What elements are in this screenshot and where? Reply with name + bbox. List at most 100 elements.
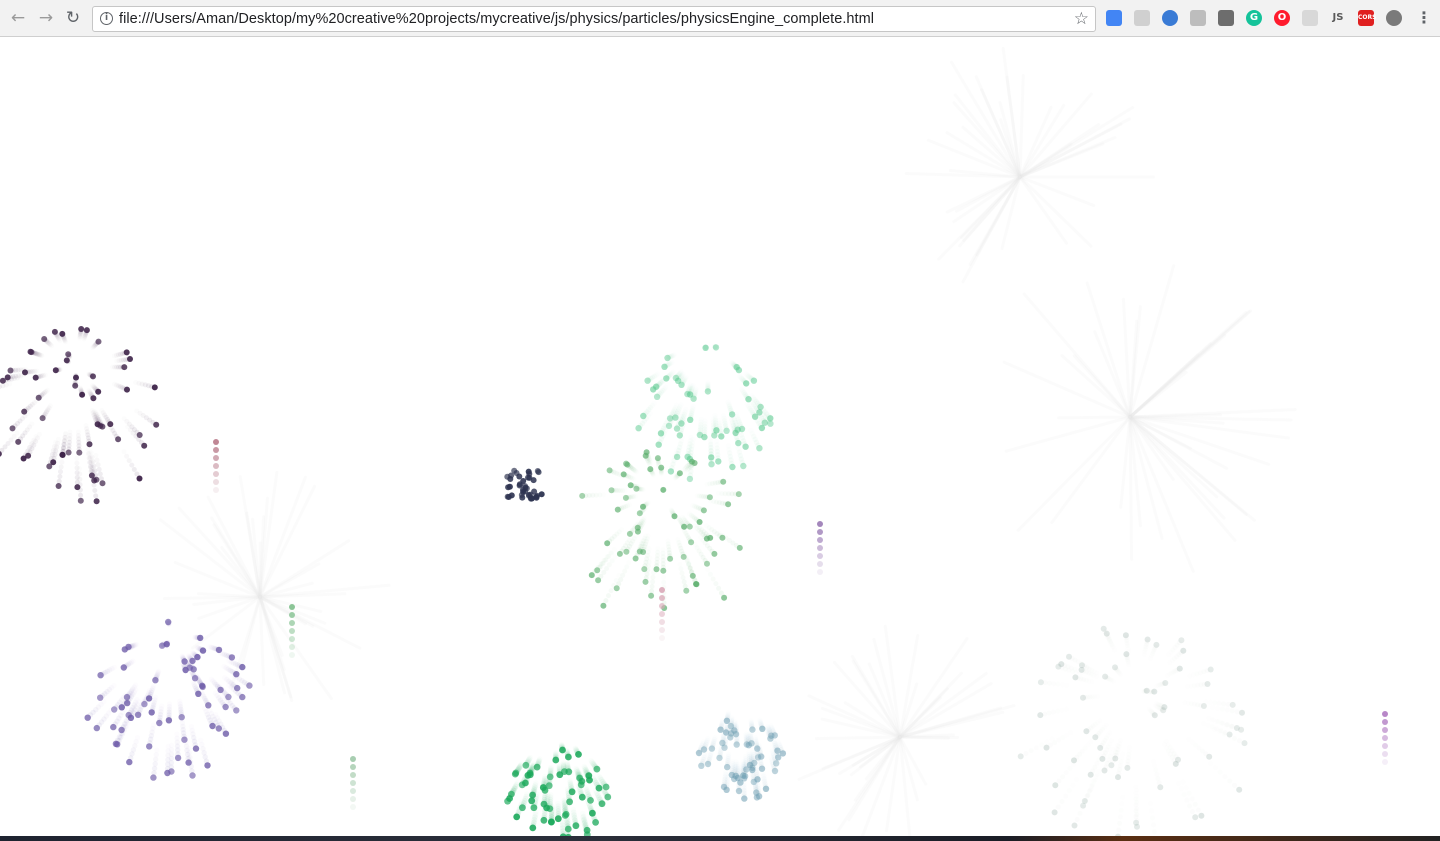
particle	[688, 458, 695, 465]
rocket-particle	[817, 537, 823, 543]
particle-trail-dot	[1211, 718, 1216, 723]
particle-trail-dot	[1210, 705, 1215, 710]
particle-trail-dot	[78, 492, 84, 498]
particle-trail-dot	[122, 449, 127, 454]
google-translate-icon[interactable]	[1106, 10, 1122, 26]
particle	[110, 723, 117, 731]
particle	[636, 510, 643, 517]
particle	[708, 461, 715, 468]
particle-trail-dot	[92, 488, 98, 493]
particle	[84, 714, 91, 721]
rocket-particle	[350, 772, 356, 778]
particle-canvas[interactable]	[0, 37, 1440, 836]
browser-menu-button[interactable]: ⋮	[1416, 8, 1432, 28]
particle	[688, 539, 695, 546]
particle	[1037, 679, 1044, 686]
firework-dark-purple	[0, 326, 160, 505]
particle	[587, 797, 594, 804]
rocket-particle	[817, 545, 823, 551]
particle-trail-dot	[1056, 779, 1061, 784]
firework-lavender	[84, 618, 253, 781]
particle-trail-dot	[1133, 791, 1138, 796]
particle	[52, 367, 59, 374]
particle	[1066, 653, 1072, 660]
puzzle-extension-icon[interactable]	[1134, 10, 1150, 26]
grammarly-icon[interactable]: G	[1246, 10, 1262, 26]
particle-trail-dot	[1155, 776, 1160, 781]
particle-trail-dot	[57, 474, 63, 479]
particle-trail-dot	[1222, 774, 1227, 779]
particle-trail-dot	[74, 479, 80, 485]
particle-trail-dot	[1086, 793, 1091, 798]
reload-button[interactable]: ↻	[63, 8, 83, 28]
web-extension-icon[interactable]	[1386, 10, 1402, 26]
rocket-particle	[659, 611, 665, 617]
particle	[767, 735, 774, 742]
link-extension-icon[interactable]	[1218, 10, 1234, 26]
particle	[41, 336, 48, 342]
particle	[7, 367, 14, 374]
particle	[661, 363, 668, 370]
grid-extension-icon[interactable]	[1302, 10, 1318, 26]
particle	[723, 427, 730, 434]
particle	[686, 391, 694, 398]
particle	[576, 774, 583, 782]
particle-trail-dot	[1071, 762, 1076, 767]
address-bar[interactable]: i file:///Users/Aman/Desktop/my%20creati…	[92, 6, 1096, 32]
particle-trail-dot	[1208, 700, 1213, 705]
particle	[123, 349, 130, 356]
particle-trail-dot	[1060, 682, 1065, 687]
particle	[1143, 687, 1150, 694]
shield-extension-icon[interactable]	[1190, 10, 1206, 26]
js-extension-icon[interactable]: JS	[1330, 10, 1346, 26]
particle	[519, 494, 526, 501]
particle	[579, 492, 586, 499]
particle-trail-dot	[97, 471, 103, 477]
particle	[653, 393, 661, 400]
particle-trail-dot	[1152, 763, 1157, 768]
particle-trail-dot	[1039, 742, 1044, 747]
particle	[762, 785, 770, 792]
faint-particle-trail	[1128, 415, 1195, 573]
particle	[530, 477, 537, 484]
particle	[134, 711, 142, 718]
opera-icon[interactable]: O	[1274, 10, 1290, 26]
cors-extension-icon[interactable]: CORS	[1358, 10, 1376, 26]
particle	[1043, 744, 1050, 751]
particle-trail-dot	[651, 575, 656, 580]
rocket-particle	[213, 439, 219, 445]
bookmark-star-icon[interactable]: ☆	[1074, 9, 1089, 29]
particle-trail-dot	[626, 560, 631, 565]
particle	[758, 424, 766, 432]
particle	[1097, 744, 1104, 751]
faint-particle-trail	[159, 518, 262, 599]
forward-button[interactable]: →	[36, 8, 56, 28]
particle	[548, 818, 555, 826]
particle-trail-dot	[1154, 772, 1159, 777]
particle	[88, 472, 95, 479]
particle	[77, 497, 84, 504]
particle-trail-dot	[1190, 796, 1195, 801]
particle	[721, 744, 728, 751]
address-url[interactable]: file:///Users/Aman/Desktop/my%20creative…	[119, 11, 874, 27]
particle-trail-dot	[87, 460, 93, 465]
faint-particle-trail	[1022, 292, 1132, 419]
info-icon[interactable]: i	[100, 12, 113, 25]
faint-particle-trail	[1057, 415, 1132, 420]
globe-extension-icon[interactable]	[1162, 10, 1178, 26]
back-button[interactable]: ←	[8, 8, 28, 28]
particle-trail-dot	[154, 752, 159, 757]
particle	[728, 411, 736, 418]
particle-trail-dot	[1176, 781, 1181, 786]
particle	[59, 330, 66, 337]
particle	[519, 804, 526, 812]
particle-trail-dot	[1071, 783, 1076, 788]
particle	[107, 421, 114, 428]
particle	[704, 388, 712, 395]
particle	[592, 819, 599, 826]
particle	[595, 577, 602, 584]
particle	[522, 779, 529, 787]
particle	[121, 646, 128, 653]
particle	[712, 344, 720, 351]
particle-trail-dot	[708, 572, 713, 577]
